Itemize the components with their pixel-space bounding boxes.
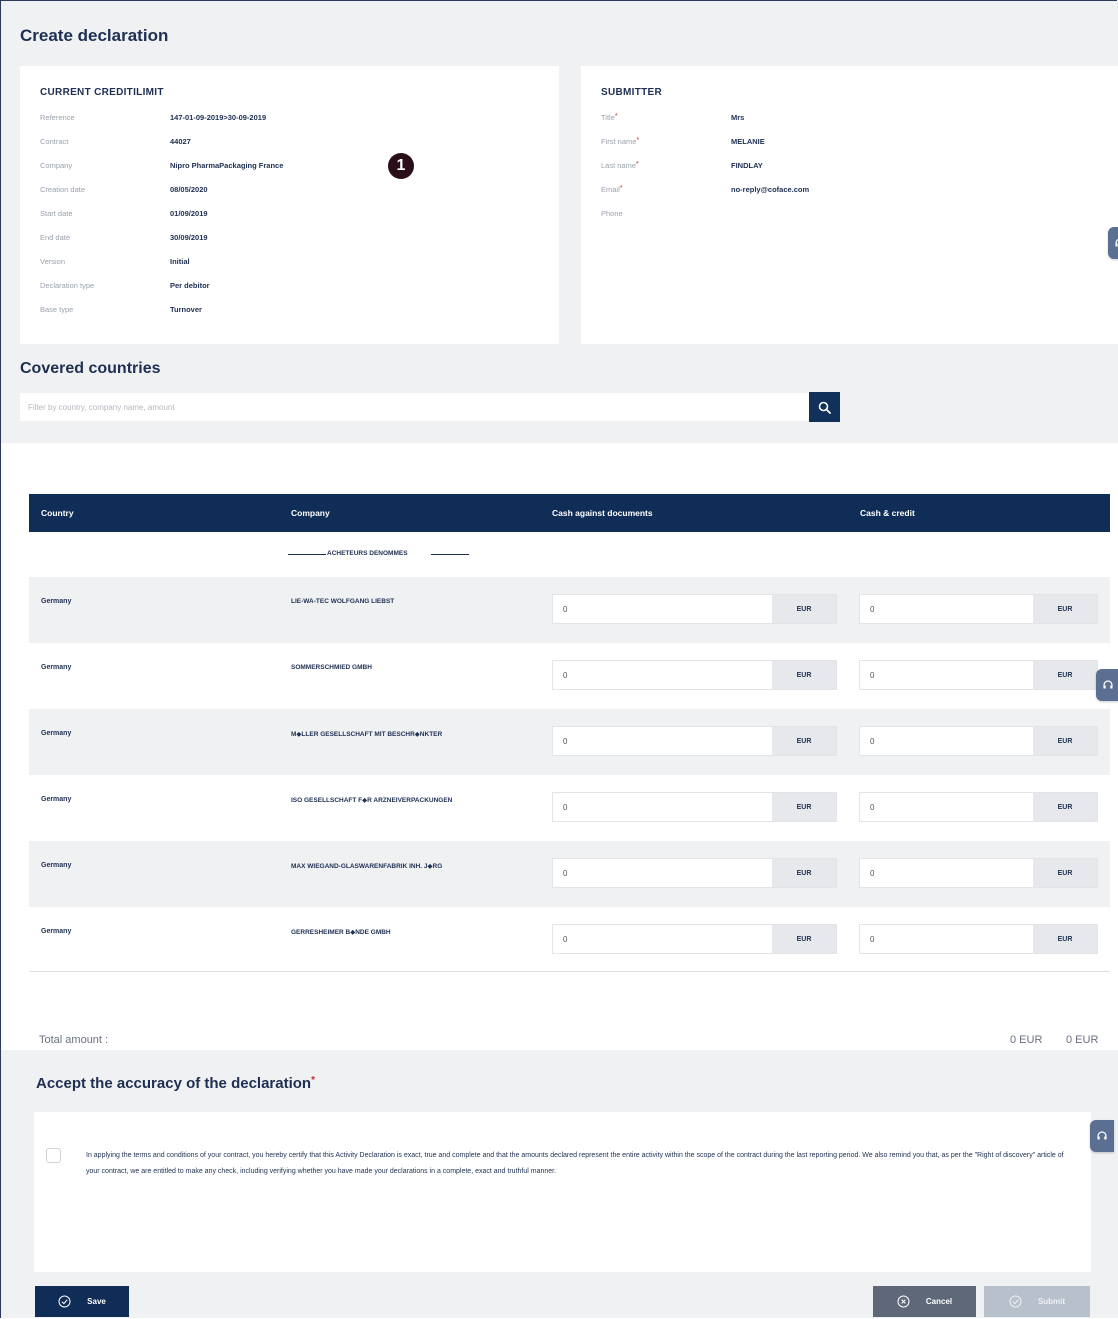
window-frame [0, 0, 1117, 1318]
